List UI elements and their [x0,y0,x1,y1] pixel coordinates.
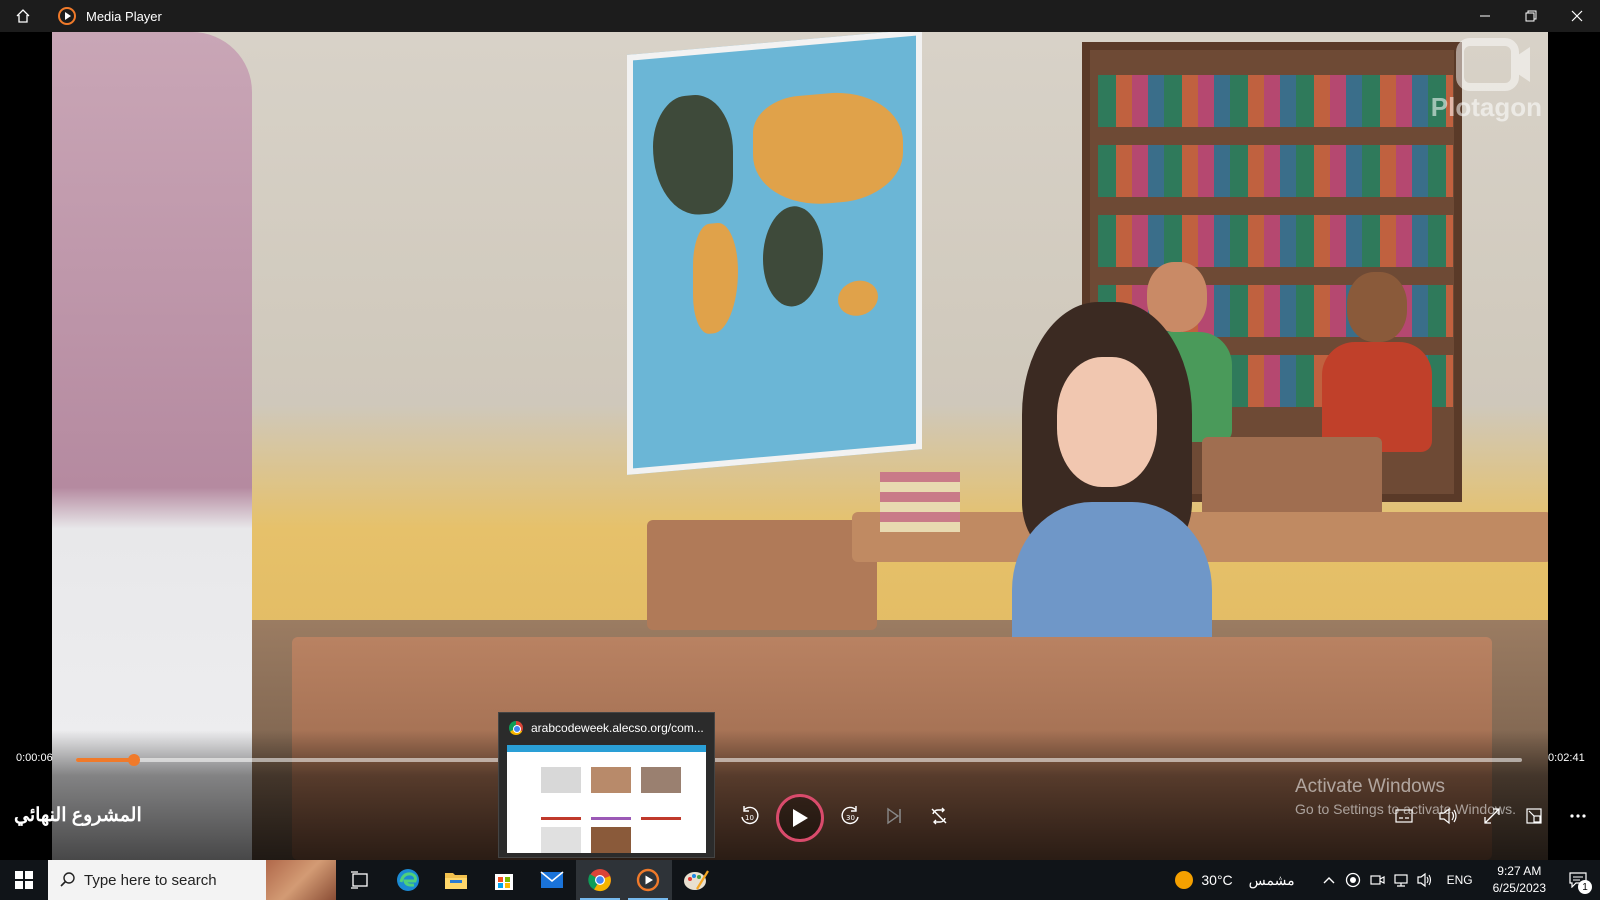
restore-button[interactable] [1508,0,1554,32]
home-button[interactable] [0,0,46,32]
captions-icon [1395,809,1413,823]
seek-bar[interactable] [76,754,1522,766]
edge-icon [397,869,419,891]
desk-chair-left [647,520,877,630]
book-stack [880,472,960,532]
preview-title: arabcodeweek.alecso.org/com... [531,721,704,735]
total-time: 0:02:41 [1548,752,1585,764]
task-view-button[interactable] [336,860,384,900]
chrome-icon [509,721,523,735]
task-view-icon [351,871,368,889]
next-track-button[interactable] [880,802,908,830]
restore-icon [1525,10,1537,22]
chevron-up-icon [1323,877,1335,884]
skip-back-10-icon: 10 [741,806,759,825]
record-icon [1345,872,1360,888]
system-tray: 30°C مشمس ENG 9:27 AM 6/25/2023 1 [1175,860,1600,900]
taskbar-edge[interactable] [384,860,432,900]
more-options-icon [1570,814,1586,818]
window-controls [1462,0,1600,32]
watermark-text: Plotagon [1430,92,1542,122]
chrome-taskbar-preview[interactable]: arabcodeweek.alecso.org/com... [498,712,715,858]
windows-taskbar: Type here to search 30°C مشمس ENG 9:27 A… [0,860,1600,900]
taskbar-media-player[interactable] [624,860,672,900]
tray-volume-button[interactable] [1413,860,1437,900]
current-time: 0:00:06 [16,752,53,764]
media-player-icon [636,868,660,892]
world-map [627,32,922,475]
window-title: Media Player [86,8,162,24]
play-icon [793,809,808,827]
repeat-button[interactable] [925,802,953,830]
notification-center-button[interactable]: 1 [1556,860,1600,900]
tray-record-button[interactable] [1341,860,1365,900]
clock-date: 6/25/2023 [1492,881,1546,895]
input-language[interactable]: ENG [1447,873,1473,887]
tray-meet-now-button[interactable] [1365,860,1389,900]
skip-back-10-button[interactable]: 10 [735,802,763,830]
weather-temperature: 30°C [1201,872,1233,888]
close-button[interactable] [1554,0,1600,32]
notification-count: 1 [1578,880,1592,894]
more-options-button[interactable] [1564,802,1592,830]
preview-title-bar: arabcodeweek.alecso.org/com... [499,713,714,743]
taskbar-search-box[interactable]: Type here to search [48,860,336,900]
weather-widget[interactable]: 30°C مشمس [1175,871,1295,889]
windows-logo-icon [15,871,33,889]
taskbar-file-explorer[interactable] [432,860,480,900]
student-boy-right [1312,272,1442,452]
play-button[interactable] [776,794,824,842]
svg-text:30: 30 [846,814,855,822]
media-player-logo-icon [58,7,76,25]
paint-icon [684,870,709,890]
plotagon-logo-icon [1456,38,1530,91]
seek-thumb[interactable] [127,754,140,766]
mini-player-button[interactable] [1520,802,1548,830]
search-highlight-image [266,860,336,900]
skip-forward-30-icon: 30 [841,806,859,825]
speaker-icon [1416,872,1431,888]
mail-icon [540,871,564,888]
taskbar-paint[interactable] [672,860,720,900]
network-icon [1393,874,1408,887]
weather-condition: مشمس [1248,871,1295,888]
search-placeholder: Type here to search [84,871,217,889]
meet-now-icon [1369,875,1385,885]
home-icon [16,9,30,23]
tray-network-button[interactable] [1389,860,1413,900]
next-track-icon [887,807,901,825]
media-player-window: Media Player Plotagon 0:00:06 0:02:41 ال… [0,0,1600,900]
minimize-button[interactable] [1462,0,1508,32]
mini-player-icon [1526,808,1542,824]
seek-progress [76,758,134,762]
search-icon [60,872,75,887]
taskbar-chrome[interactable] [576,860,624,900]
start-button[interactable] [0,860,48,900]
activate-windows-title: Activate Windows [1295,776,1445,797]
fullscreen-icon [1484,808,1500,824]
taskbar-microsoft-store[interactable] [480,860,528,900]
preview-thumbnail[interactable] [507,745,706,853]
media-title: المشروع النهائي [14,805,142,826]
file-explorer-icon [445,873,467,889]
desk-chair-right [1202,437,1382,517]
repeat-off-icon [931,807,947,825]
sun-icon [1175,871,1194,889]
chrome-icon [588,869,611,892]
fullscreen-button[interactable] [1478,802,1506,830]
title-bar: Media Player [0,0,1600,32]
captions-button[interactable] [1390,802,1418,830]
volume-icon [1439,807,1457,825]
close-icon [1571,10,1583,22]
taskbar-mail[interactable] [528,860,576,900]
skip-forward-30-button[interactable]: 30 [837,802,865,830]
volume-button[interactable] [1434,802,1462,830]
minimize-icon [1480,15,1490,17]
microsoft-store-icon [495,874,513,890]
clock-time: 9:27 AM [1497,864,1542,878]
taskbar-clock[interactable]: 9:27 AM 6/25/2023 [1493,863,1546,897]
show-hidden-icons-button[interactable] [1317,860,1341,900]
svg-text:10: 10 [745,814,754,822]
